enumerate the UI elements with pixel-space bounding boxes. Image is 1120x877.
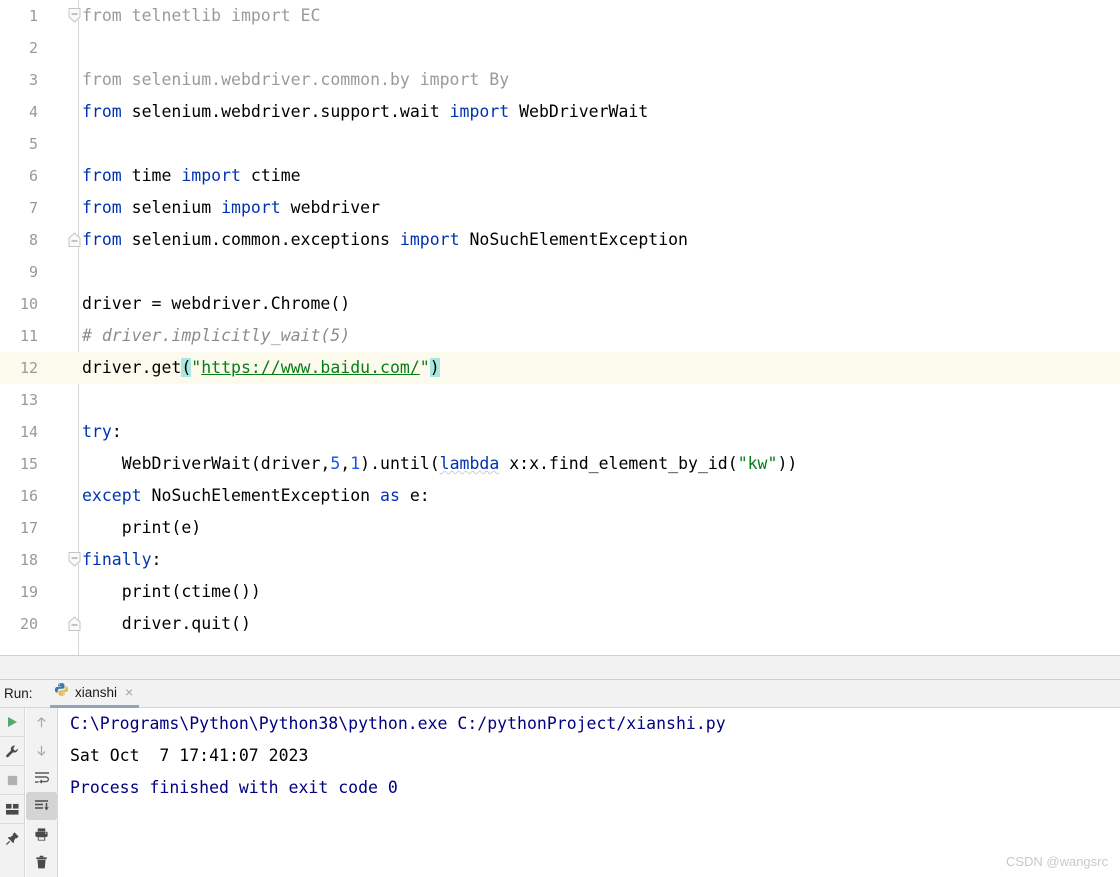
code-editor[interactable]: 1 from telnetlib import EC 2 3 from selenium… — [0, 0, 1120, 655]
clear-all-button[interactable] — [26, 848, 57, 876]
code-line[interactable]: 15 WebDriverWait(driver,5,1).until(lambd… — [0, 448, 1120, 480]
code-line[interactable]: 8 from selenium.common.exceptions import … — [0, 224, 1120, 256]
code-line[interactable]: 10 driver = webdriver.Chrome() — [0, 288, 1120, 320]
line-number[interactable]: 12 — [0, 352, 46, 384]
code-line[interactable]: 1 from telnetlib import EC — [0, 0, 1120, 32]
code-text: from selenium.common.exceptions import N… — [82, 230, 688, 249]
code-text: from selenium.webdriver.common.by import… — [82, 70, 510, 89]
fold-end-icon[interactable] — [68, 616, 81, 631]
debug-settings-button[interactable] — [0, 737, 24, 766]
code-line[interactable]: 9 — [0, 256, 1120, 288]
fold-end-icon[interactable] — [68, 232, 81, 247]
line-number[interactable]: 8 — [0, 224, 46, 256]
line-number[interactable]: 18 — [0, 544, 46, 576]
console-line: C:\Programs\Python\Python38\python.exe C… — [70, 714, 726, 733]
stop-icon — [7, 775, 17, 785]
line-number[interactable]: 10 — [0, 288, 46, 320]
line-number[interactable]: 19 — [0, 576, 46, 608]
fold-start-icon[interactable] — [68, 552, 81, 567]
code-line[interactable]: 5 — [0, 128, 1120, 160]
code-line[interactable]: 2 — [0, 32, 1120, 64]
code-text: driver.quit() — [82, 614, 251, 633]
editor-console-splitter[interactable] — [0, 655, 1120, 680]
layout-icon — [5, 803, 19, 815]
down-the-stack-trace-button[interactable] — [26, 736, 57, 764]
code-line[interactable]: 17 print(e) — [0, 512, 1120, 544]
print-button[interactable] — [26, 820, 57, 848]
rerun-button[interactable] — [0, 708, 24, 737]
line-number[interactable]: 14 — [0, 416, 46, 448]
code-line[interactable]: 11 # driver.implicitly_wait(5) — [0, 320, 1120, 352]
pin-tab-button[interactable] — [0, 824, 24, 852]
run-window-label: Run: — [4, 686, 33, 701]
scroll-to-end-icon — [34, 800, 49, 811]
line-number[interactable]: 2 — [0, 32, 46, 64]
line-number[interactable]: 17 — [0, 512, 46, 544]
fold-start-icon[interactable] — [68, 8, 81, 23]
console-toolbar-right — [26, 708, 58, 877]
console-line: Sat Oct 7 17:41:07 2023 — [70, 746, 309, 765]
run-tab-xianshi[interactable]: xianshi × — [50, 680, 140, 708]
line-number[interactable]: 9 — [0, 256, 46, 288]
code-text: from telnetlib import EC — [82, 6, 321, 25]
console-toolbar-left — [0, 708, 25, 877]
code-line[interactable]: 14 try: — [0, 416, 1120, 448]
run-tool-window-header: Run: xianshi × — [0, 680, 1120, 708]
code-line[interactable]: 7 from selenium import webdriver — [0, 192, 1120, 224]
run-tab-label: xianshi — [75, 684, 118, 700]
layout-button[interactable] — [0, 795, 24, 824]
code-line[interactable]: 16 except NoSuchElementException as e: — [0, 480, 1120, 512]
run-console-panel: C:\Programs\Python\Python38\python.exe C… — [0, 708, 1120, 877]
code-text: except NoSuchElementException as e: — [82, 486, 430, 505]
console-output-text[interactable]: C:\Programs\Python\Python38\python.exe C… — [59, 708, 1120, 877]
code-text: finally: — [82, 550, 162, 569]
code-line[interactable]: 20 driver.quit() — [0, 608, 1120, 640]
code-line[interactable]: 3 from selenium.webdriver.common.by impor… — [0, 64, 1120, 96]
wrench-icon — [5, 744, 18, 757]
play-icon — [8, 717, 17, 727]
line-number[interactable]: 5 — [0, 128, 46, 160]
code-line[interactable]: 13 — [0, 384, 1120, 416]
code-lines-container[interactable]: 1 from telnetlib import EC 2 3 from selenium… — [0, 0, 1120, 640]
python-icon — [54, 682, 69, 702]
code-text: WebDriverWait(driver,5,1).until(lambda x… — [82, 454, 798, 473]
arrow-up-icon — [37, 716, 46, 727]
line-number[interactable]: 13 — [0, 384, 46, 416]
up-the-stack-trace-button[interactable] — [26, 708, 57, 736]
code-line[interactable]: 6 from time import ctime — [0, 160, 1120, 192]
code-line[interactable]: 19 print(ctime()) — [0, 576, 1120, 608]
printer-icon — [35, 827, 48, 841]
code-text: from selenium import webdriver — [82, 198, 381, 217]
line-number[interactable]: 16 — [0, 480, 46, 512]
code-text: from selenium.webdriver.support.wait imp… — [82, 102, 649, 121]
soft-wrap-icon — [34, 772, 49, 784]
line-number[interactable]: 4 — [0, 96, 46, 128]
line-number[interactable]: 7 — [0, 192, 46, 224]
stop-button[interactable] — [0, 766, 24, 795]
pin-icon — [5, 831, 19, 845]
line-number[interactable]: 11 — [0, 320, 46, 352]
code-text: print(e) — [82, 518, 202, 537]
watermark: CSDN @wangsrc — [1005, 854, 1108, 869]
close-icon[interactable]: × — [125, 685, 133, 699]
trash-icon — [36, 855, 47, 868]
line-number[interactable]: 3 — [0, 64, 46, 96]
code-line[interactable]: 4 from selenium.webdriver.support.wait im… — [0, 96, 1120, 128]
code-text: driver = webdriver.Chrome() — [82, 294, 351, 313]
code-text: try: — [82, 422, 122, 441]
scroll-to-end-button[interactable] — [26, 792, 57, 820]
soft-wrap-button[interactable] — [26, 764, 57, 792]
code-text: print(ctime()) — [82, 582, 261, 601]
line-number[interactable]: 6 — [0, 160, 46, 192]
code-line[interactable]: 18 finally: — [0, 544, 1120, 576]
console-line: Process finished with exit code 0 — [70, 778, 398, 797]
line-number[interactable]: 1 — [0, 0, 46, 32]
code-text: # driver.implicitly_wait(5) — [82, 326, 351, 345]
line-number[interactable]: 20 — [0, 608, 46, 640]
code-text: driver.get("https://www.baidu.com/") — [82, 358, 440, 377]
code-line[interactable]: 12 driver.get("https://www.baidu.com/") — [0, 352, 1120, 384]
code-text: from time import ctime — [82, 166, 301, 185]
arrow-down-icon — [37, 745, 46, 756]
line-number[interactable]: 15 — [0, 448, 46, 480]
